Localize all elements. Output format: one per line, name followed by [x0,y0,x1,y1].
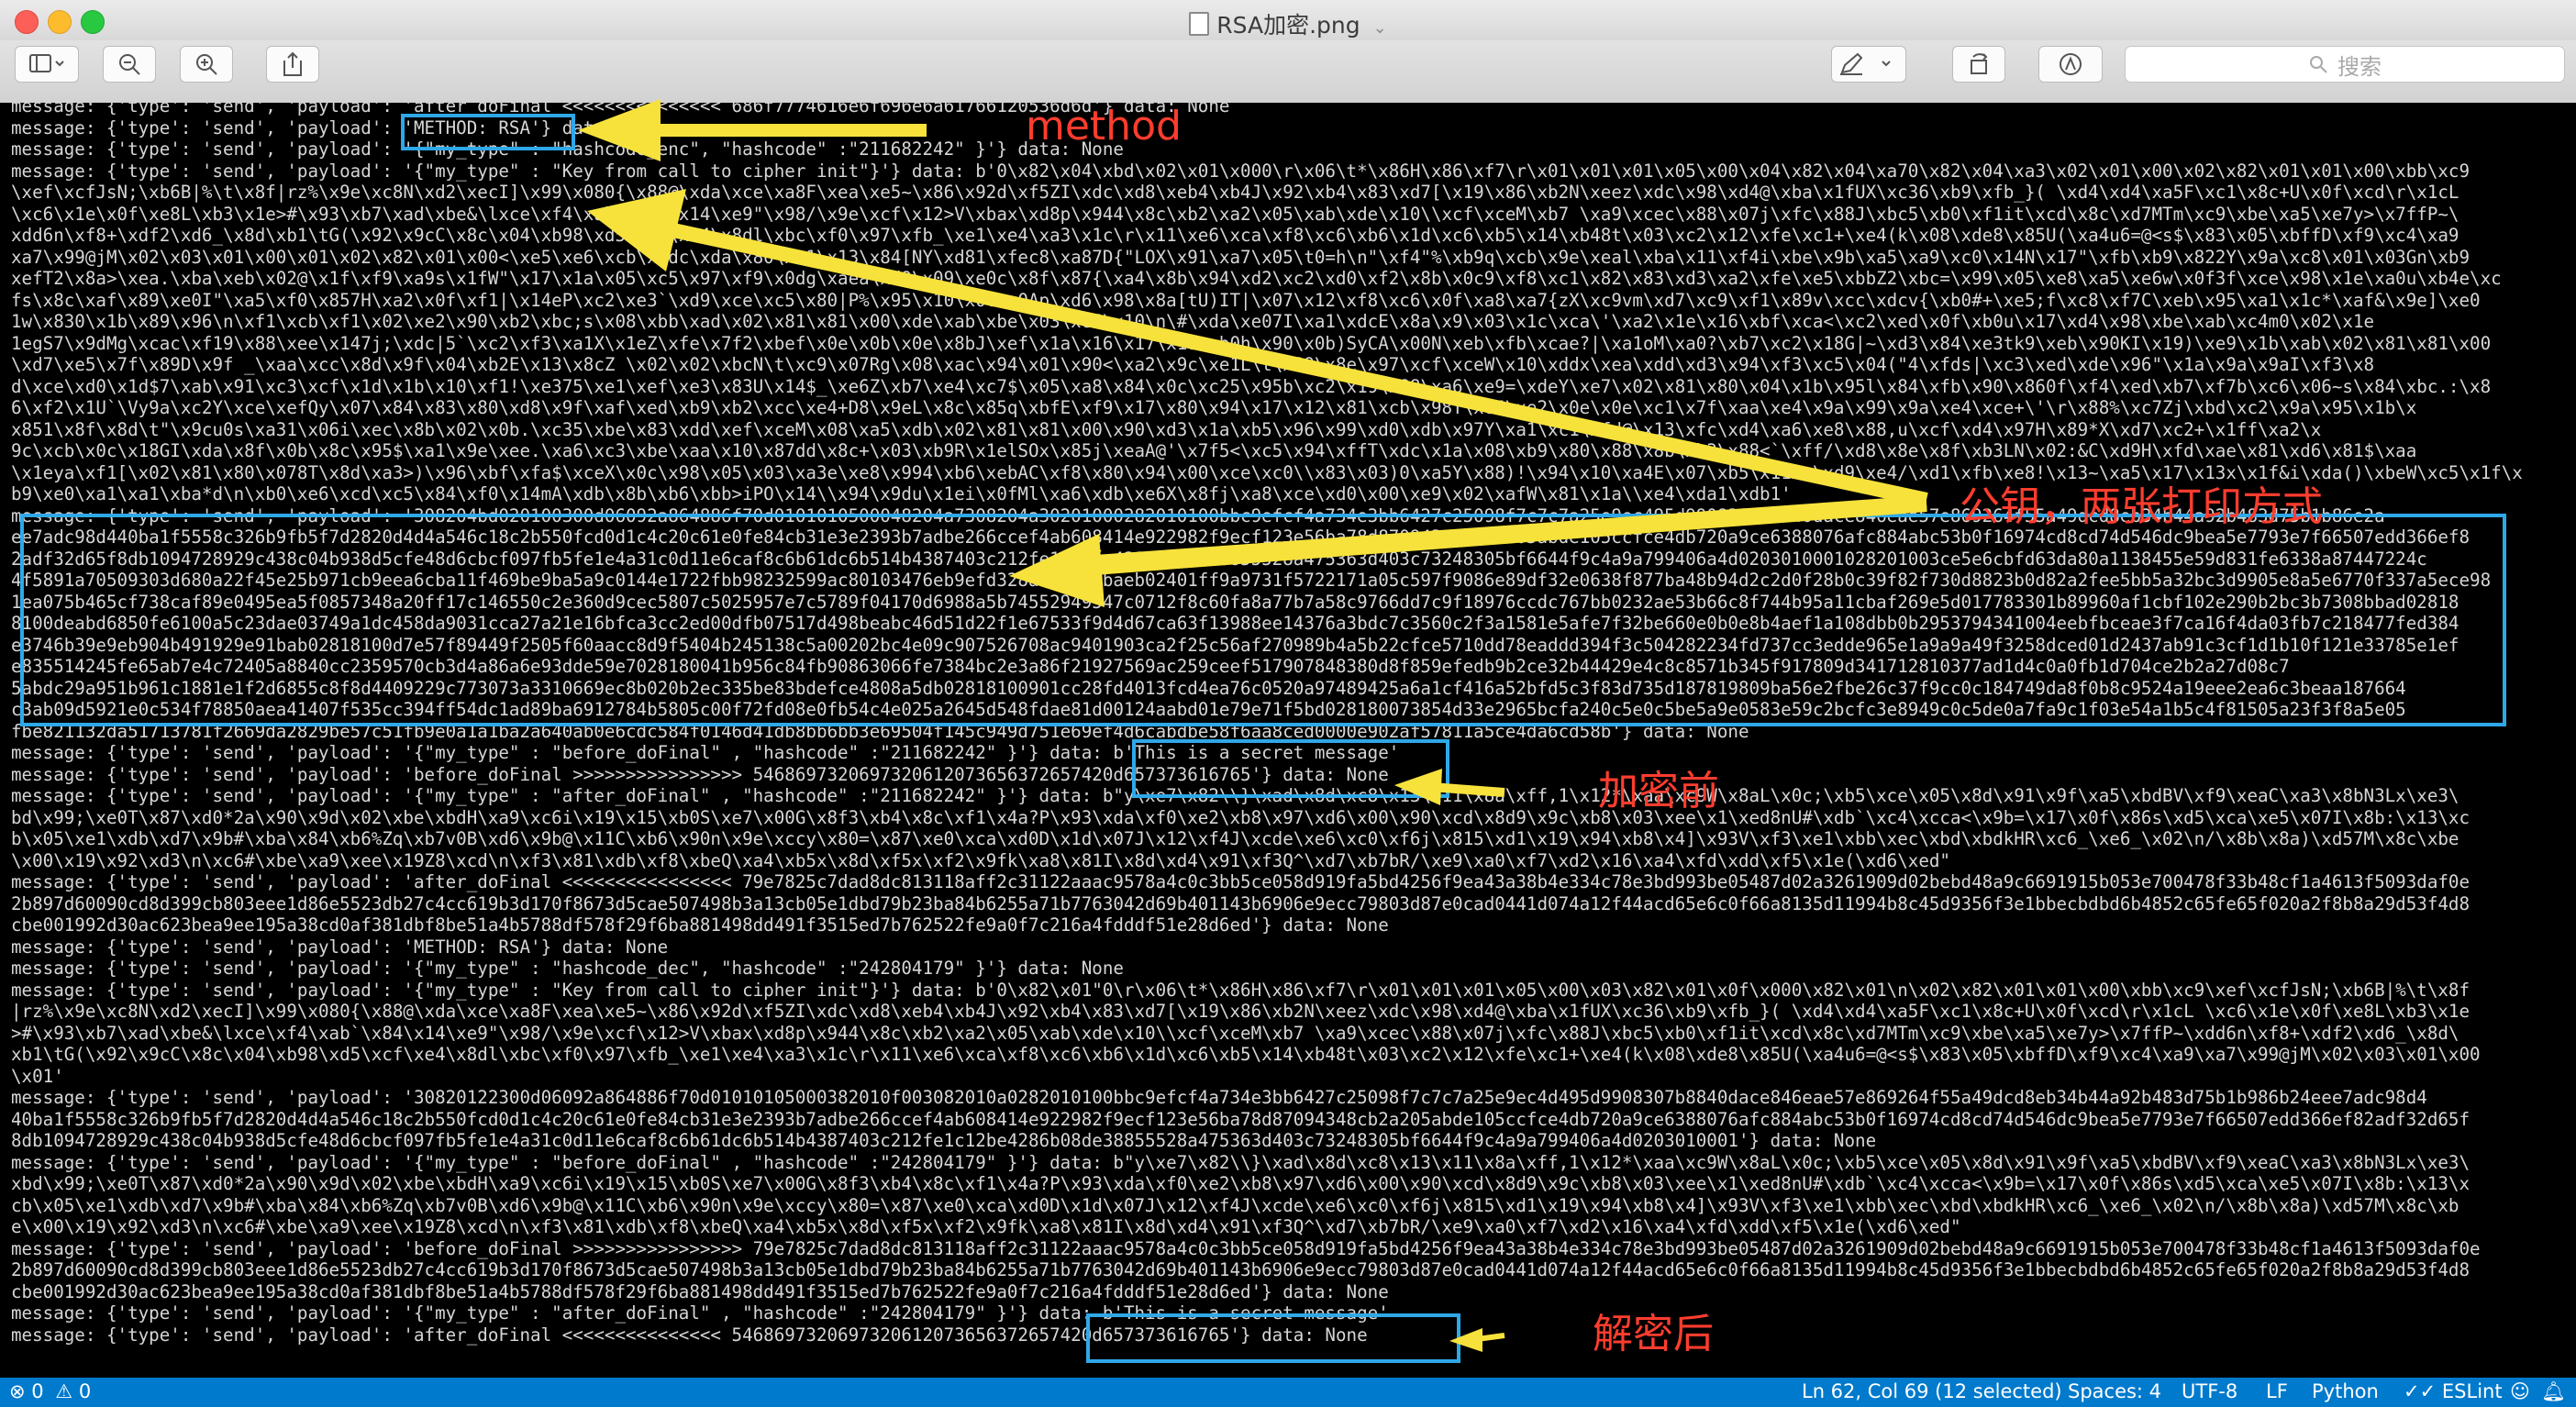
cursor-position[interactable]: Ln 62, Col 69 (12 selected) [1802,1380,2062,1402]
log-line: message: {'type': 'send', 'payload': '{"… [11,138,1124,160]
log-line: \x00\x19\x92\xd3\n\xc6#\xbe\xa9\xee\x19Z… [11,849,1950,871]
status-bar: ⊗ 0 ⚠ 0 Ln 62, Col 69 (12 selected) Spac… [0,1378,2576,1407]
search-icon [2310,56,2327,73]
warning-icon: ⚠ [55,1380,73,1402]
encoding-setting[interactable]: UTF-8 [2182,1380,2237,1402]
log-line: \xc6\x1e\x0f\xe8L\xb3\x1e>#\x93\xb7\xad\… [11,203,2459,225]
markup-circle-icon [2060,53,2082,75]
language-mode[interactable]: Python [2312,1380,2379,1402]
public-key-highlight-box [20,514,2506,726]
log-line: \xef\xcfJsN;\xb6B|%\t\x8f|rz%\x9e\xc8N\x… [11,182,2459,203]
log-line: message: {'type': 'send', 'payload': 'af… [11,103,1230,116]
log-line: 9c\xcb\x0c\x18GI\xda\x8f\x0b\x8c\x95$\xa… [11,440,2417,461]
markup-button[interactable] [1831,46,1906,83]
check-icon: ✓✓ [2404,1380,2437,1402]
smiley-feedback-icon[interactable]: ☺ [2510,1380,2530,1402]
log-line: 2b897d60090cd8d399cb803eee1d86e5523db27c… [11,1259,2471,1280]
after-decrypt-highlight-box [1086,1313,1460,1363]
log-line: |rz%\x9e\xc8N\xd2\xecI]\x99\x080{\x88@\x… [11,1001,2471,1022]
annotate-button[interactable] [2038,46,2103,83]
log-line: message: {'type': 'send', 'payload': '{"… [11,958,1124,979]
log-line: 6\xf2\x1U`\Vy9a\xc2Y\xce\xefQy\x07\x84\x… [11,397,2417,418]
window-title: RSA加密.png ⌄ [0,7,2576,40]
log-line: message: {'type': 'send', 'payload': '{"… [11,979,2471,1001]
title-bar: RSA加密.png ⌄ [0,0,2576,41]
errors-indicator[interactable]: ⊗ 0 ⚠ 0 [9,1380,91,1402]
rotate-icon [1971,53,1988,74]
log-line: message: {'type': 'send', 'payload': 'be… [11,1237,2481,1259]
log-line: 1w\x830\x1b\x89\x96\n\xf1\xcb\xf1\x02\xe… [11,311,2375,332]
log-line: >#\x93\xb7\xad\xbe&\lxce\xf4\xab`\x84\x1… [11,1022,2459,1044]
public-key-note: 公钥，两张打印方式 [1960,483,2323,530]
log-line: \xd7\xe5\x7f\x89D\x9f _\xaa\xcc\x8d\x9f\… [11,354,2375,375]
log-line: b\x05\xe1\xdb\xd7\x9b#\xba\x84\xb6%Zq\xb… [11,828,2459,849]
search-placeholder: 搜索 [2337,53,2382,80]
window-title-text: RSA加密.png [1216,12,1360,39]
log-line: bd\x99;\xe0T\x87\xd0*2a\x90\x9d\x02\xbe\… [11,806,2471,828]
title-chevron-down-icon[interactable]: ⌄ [1373,18,1387,38]
log-line: xdd6n\xf8+\xdf2\xd6_\x8d\xb1\tG(\x92\x9c… [11,225,2459,246]
log-line: 2b897d60090cd8d399cb803eee1d86e5523db27c… [11,892,2471,914]
eol-setting[interactable]: LF [2266,1380,2288,1402]
method-highlight-box [401,114,575,150]
bell-icon[interactable]: 🔔︎ [2541,1380,2566,1403]
before-encrypt-note: 加密前 [1598,768,1719,814]
indentation-setting[interactable]: Spaces: 4 [2068,1380,2161,1402]
zoom-in-icon [196,54,217,75]
log-line: message: {'type': 'send', 'payload': '{"… [11,1151,2471,1173]
zoom-out-icon [119,54,140,75]
document-icon [1189,12,1210,36]
log-line: message: {'type': 'send', 'payload': '30… [11,1087,2427,1108]
log-line: cb\x05\xe1\xdb\xd7\x9b#\xba\x84\xb6%Zq\x… [11,1194,2459,1216]
error-count: 0 [31,1380,44,1402]
log-line: xefT2\x8a>\xea.\xba\xeb\x02@\x1f\xf9\xa9… [11,268,2502,289]
log-line: \x01' [11,1065,64,1087]
sidebar-toggle-button[interactable] [15,46,79,83]
after-decrypt-note: 解密后 [1593,1311,1714,1357]
method-note: method [1026,103,1182,150]
before-encrypt-highlight-box [1132,739,1449,798]
pen-icon [1840,52,1891,75]
zoom-out-button[interactable] [103,46,156,83]
log-line: message: {'type': 'send', 'payload': 'ME… [11,116,669,138]
log-line: d\xce\xd0\x1d$7\xab\x91\xc3\xcf\x1d\x1b\… [11,375,2492,397]
eslint-label: ESLint [2441,1380,2503,1402]
log-line: e\x00\x19\x92\xd3\n\xc6#\xbe\xa9\xee\x19… [11,1216,1961,1237]
log-line: xbd\x99;\xe0T\x87\xd0*2a\x90\x9d\x02\xbe… [11,1173,2471,1194]
log-line: message: {'type': 'send', 'payload': 'ME… [11,936,669,958]
log-line: message: {'type': 'send', 'payload': 'af… [11,871,2471,892]
zoom-in-button[interactable] [180,46,233,83]
sidebar-icon [29,54,64,72]
search-input[interactable]: 搜索 [2125,46,2565,83]
share-icon [283,51,302,76]
log-line: cbe001992d30ac623bea9ee195a38cd0af381dbf… [11,1280,1389,1302]
error-icon: ⊗ [9,1380,26,1402]
log-line: 8db1094728929c438c04b938d5cfe48d6cbcf097… [11,1130,1877,1151]
toolbar: 搜索 [0,40,2576,104]
eslint-status[interactable]: ✓✓ ESLint [2404,1380,2503,1402]
log-line: fs\x8c\xaf\x89\xe0I"\xa5\xf0\x857H\xa2\x… [11,289,2481,311]
log-line: xb1\tG(\x92\x9cC\x8c\x04\xb98\xd5\xcf\xe… [11,1044,2481,1065]
log-line: 40ba1f5558c326b9fb5f7d2820d4d4a546c18c2b… [11,1108,2471,1130]
warning-count: 0 [78,1380,92,1402]
log-line: xa7\x99@jM\x02\x03\x01\x00\x01\x02\x82\x… [11,246,2471,268]
log-line: cbe001992d30ac623bea9ee195a38cd0af381dbf… [11,914,1389,936]
log-line: x851\x8f\x8d\t"\x9cu0s\xa31\x06i\xec\x8b… [11,418,2322,440]
share-button[interactable] [266,46,319,83]
log-line: 1egS7\x9dMg\xcac\xf19\x88\xee\x147j;\xdc… [11,332,2492,354]
log-line: message: {'type': 'send', 'payload': '{"… [11,160,2471,182]
rotate-button[interactable] [1952,46,2005,83]
